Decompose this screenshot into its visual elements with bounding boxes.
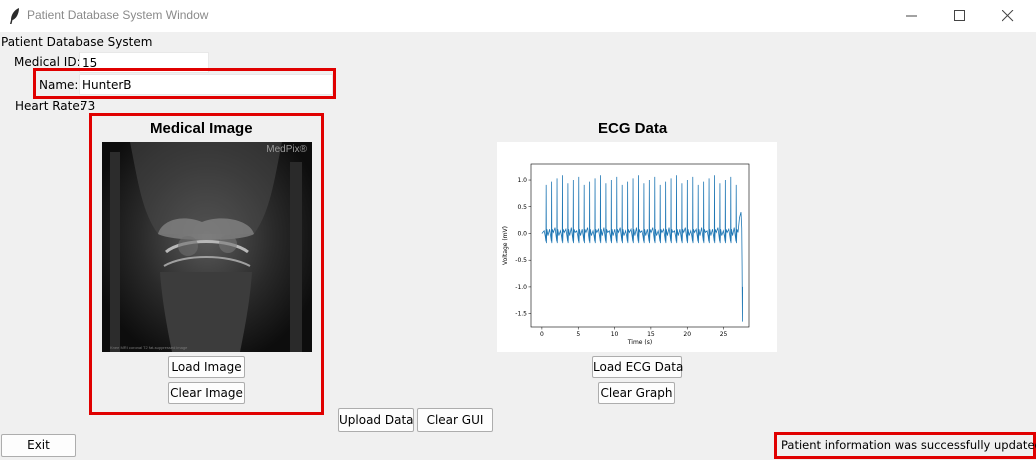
ecg-x-tick-label: 15 — [647, 331, 655, 338]
knee-mri-illustration — [110, 142, 302, 352]
status-message: Patient information was successfully upd… — [781, 438, 1036, 452]
maximize-icon — [954, 10, 965, 21]
close-icon — [1002, 10, 1014, 22]
ecg-x-tick-label: 0 — [540, 331, 544, 338]
ecg-x-tick-label: 5 — [576, 331, 580, 338]
clear-gui-button[interactable]: Clear GUI — [417, 408, 493, 432]
medical-id-label: Medical ID: — [14, 55, 81, 69]
feather-icon — [8, 7, 22, 25]
minimize-icon — [906, 15, 917, 17]
ecg-plot-frame — [530, 163, 750, 328]
close-button[interactable] — [984, 0, 1032, 32]
ecg-x-axis-label: Time (s) — [627, 339, 652, 346]
app-heading: Patient Database System — [1, 35, 153, 49]
ecg-plot: 0 5 10 15 20 25 1.0 0.5 0.0 -0.5 -1.0 -1.5 Time (s)… — [497, 142, 777, 352]
load-image-button[interactable]: Load Image — [168, 356, 245, 378]
ecg-y-tick-label: -0.5 — [515, 257, 527, 264]
clear-graph-button[interactable]: Clear Graph — [598, 382, 675, 404]
medical-image-title: Medical Image — [150, 120, 253, 137]
minimize-button[interactable] — [888, 0, 936, 32]
ecg-x-tick-label: 25 — [720, 331, 728, 338]
medical-image: MedPix® Knee MRI coronal T2 fat-suppress… — [102, 142, 312, 352]
image-caption: Knee MRI coronal T2 fat-suppressed image — [110, 345, 188, 350]
upload-data-button[interactable]: Upload Data — [338, 408, 414, 432]
ecg-chart: 0 5 10 15 20 25 1.0 0.5 0.0 -0.5 -1.0 -1.5 Time (s)… — [502, 163, 750, 346]
title-bar: Patient Database System Window — [0, 0, 1036, 32]
ecg-x-tick-label: 20 — [683, 331, 691, 338]
load-ecg-data-button[interactable]: Load ECG Data — [592, 356, 683, 378]
ecg-y-axis-label: Voltage (mV) — [502, 226, 509, 265]
ecg-y-tick-label: -1.5 — [515, 311, 527, 318]
ecg-series-line — [541, 175, 744, 322]
ecg-y-tick-label: 0.5 — [517, 204, 527, 211]
ecg-data-title: ECG Data — [598, 120, 668, 137]
exit-button[interactable]: Exit — [1, 434, 76, 457]
ecg-y-tick-label: 1.0 — [517, 177, 527, 184]
ecg-x-tick-label: 10 — [611, 331, 619, 338]
maximize-button[interactable] — [936, 0, 984, 32]
heart-rate-label: Heart Rate: — [15, 99, 84, 113]
name-highlight-box — [33, 68, 336, 99]
ecg-y-tick-label: -1.0 — [515, 284, 527, 291]
window-title: Patient Database System Window — [27, 8, 209, 22]
medpix-watermark: MedPix® — [266, 144, 307, 155]
ecg-y-tick-label: 0.0 — [517, 230, 527, 237]
heart-rate-value: 73 — [80, 99, 96, 113]
clear-image-button[interactable]: Clear Image — [168, 382, 245, 404]
